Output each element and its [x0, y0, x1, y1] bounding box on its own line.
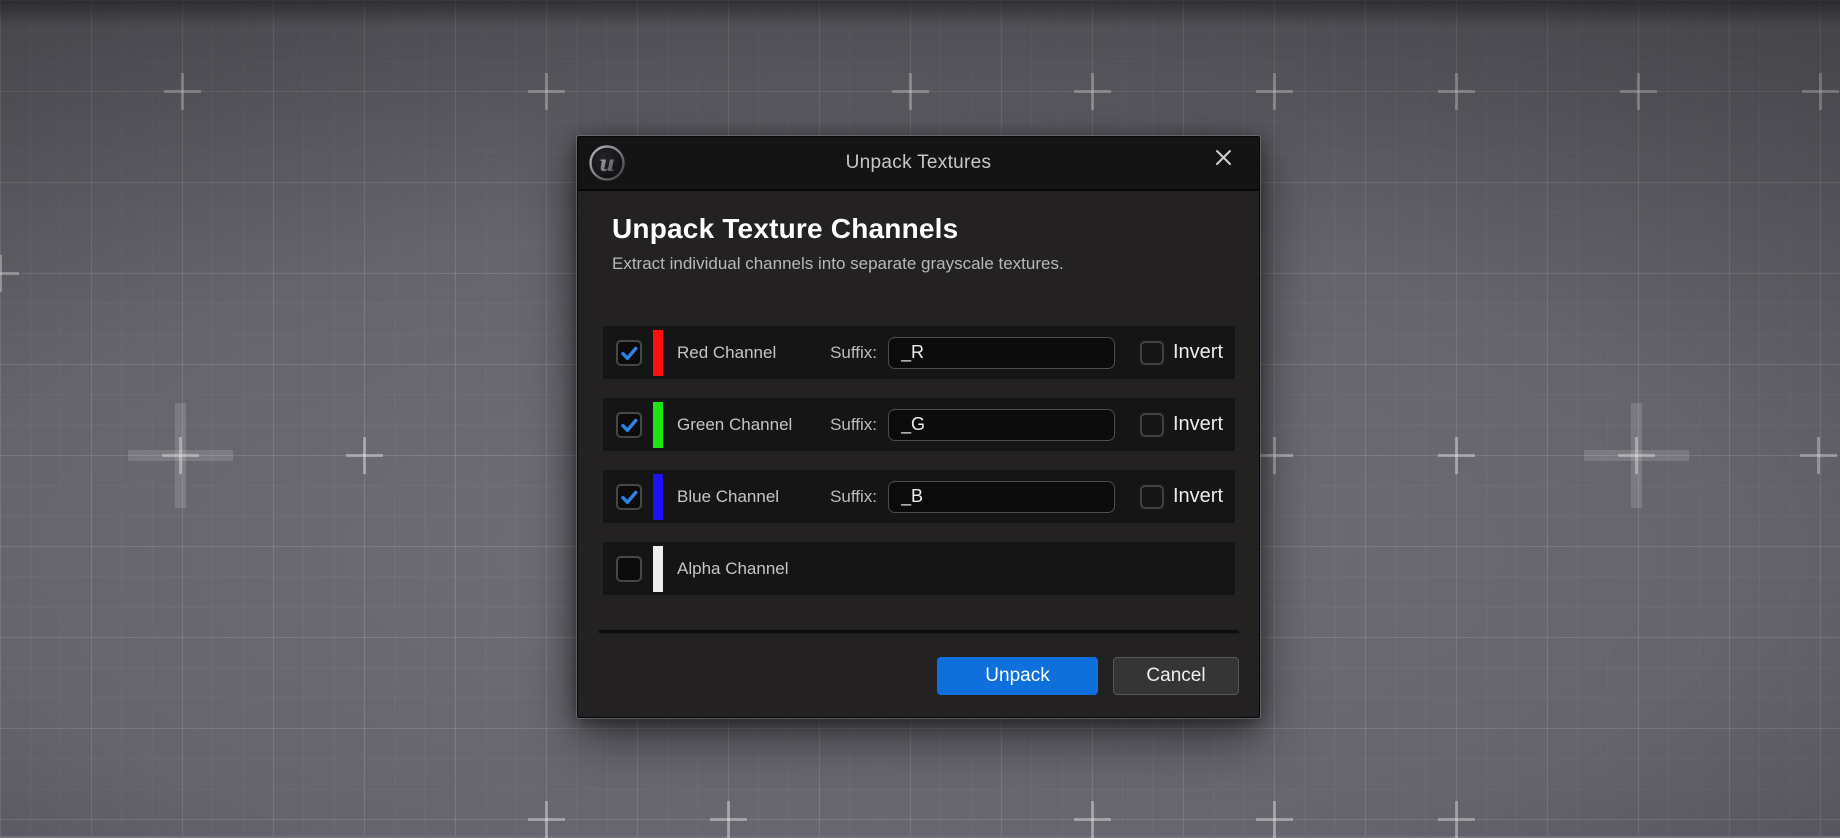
dialog-subtitle: Extract individual channels into separat…	[612, 254, 1064, 273]
unpack-button[interactable]: Unpack	[937, 657, 1098, 695]
grid-cross-small	[1256, 801, 1293, 838]
invert-label: Invert	[1173, 413, 1224, 435]
channel-row-blue: Blue Channel Suffix: Invert	[603, 470, 1235, 523]
suffix-label: Suffix:	[830, 342, 877, 362]
grid-cross-small	[1256, 73, 1293, 110]
invert-label: Invert	[1173, 341, 1224, 363]
channel-rows: Red Channel Suffix: Invert Green Channel…	[603, 326, 1235, 595]
blue-channel-checkbox[interactable]	[616, 483, 642, 510]
grid-cross-small	[0, 255, 19, 292]
grid-cross-small	[1074, 801, 1111, 838]
suffix-label: Suffix:	[830, 414, 877, 434]
blue-invert-checkbox[interactable]	[1140, 484, 1164, 509]
grid-cross-small	[892, 73, 929, 110]
dialog-title: Unpack Textures	[845, 152, 992, 173]
red-channel-color-bar	[653, 329, 663, 376]
grid-cross-small	[528, 801, 565, 838]
grid-cross-small	[710, 801, 747, 838]
check-icon	[621, 418, 638, 432]
channel-row-alpha: Alpha Channel	[603, 542, 1235, 595]
channel-name-label: Green Channel	[677, 414, 793, 434]
green-invert-checkbox[interactable]	[1140, 412, 1164, 437]
dialog-heading: Unpack Texture Channels	[612, 213, 959, 244]
channel-row-red: Red Channel Suffix: Invert	[603, 326, 1235, 379]
check-icon	[621, 346, 638, 360]
grid-cross-small	[1438, 73, 1475, 110]
grid-cross-small	[1438, 801, 1475, 838]
grid-cross-small	[346, 437, 383, 474]
close-icon	[1215, 149, 1231, 165]
dialog-titlebar[interactable]: u Unpack Textures	[578, 137, 1259, 191]
grid-cross-small	[164, 73, 201, 110]
red-invert-checkbox[interactable]	[1140, 340, 1164, 365]
blue-suffix-input[interactable]	[888, 480, 1115, 513]
grid-cross-small	[1074, 73, 1111, 110]
grid-cross-small	[162, 437, 199, 474]
grid-cross-small	[1256, 437, 1293, 474]
close-button[interactable]	[1209, 143, 1237, 171]
channel-name-label: Red Channel	[677, 342, 777, 362]
red-suffix-input[interactable]	[888, 336, 1115, 369]
grid-cross-small	[1620, 73, 1657, 110]
suffix-label: Suffix:	[830, 486, 877, 506]
check-icon	[621, 490, 638, 504]
grid-cross-small	[1800, 437, 1837, 474]
blue-channel-color-bar	[653, 473, 663, 520]
grid-cross-large	[128, 403, 233, 508]
green-channel-color-bar	[653, 401, 663, 448]
grid-cross-small	[1618, 437, 1655, 474]
cancel-button[interactable]: Cancel	[1113, 657, 1239, 695]
unpack-textures-dialog: u Unpack Textures Unpack Texture Channel…	[577, 136, 1260, 718]
green-suffix-input[interactable]	[888, 408, 1115, 441]
invert-label: Invert	[1173, 485, 1224, 507]
red-channel-checkbox[interactable]	[616, 339, 642, 366]
grid-cross-small	[1802, 73, 1839, 110]
channel-name-label: Blue Channel	[677, 486, 780, 506]
grid-cross-large	[1584, 403, 1689, 508]
grid-cross-small	[1438, 437, 1475, 474]
grid-cross-small	[528, 73, 565, 110]
alpha-channel-checkbox[interactable]	[616, 555, 642, 582]
alpha-channel-color-bar	[653, 545, 663, 592]
channel-row-green: Green Channel Suffix: Invert	[603, 398, 1235, 451]
channel-name-label: Alpha Channel	[677, 558, 789, 578]
green-channel-checkbox[interactable]	[616, 411, 642, 438]
footer-divider	[599, 630, 1239, 634]
dialog-footer: Unpack Cancel	[578, 657, 1239, 695]
